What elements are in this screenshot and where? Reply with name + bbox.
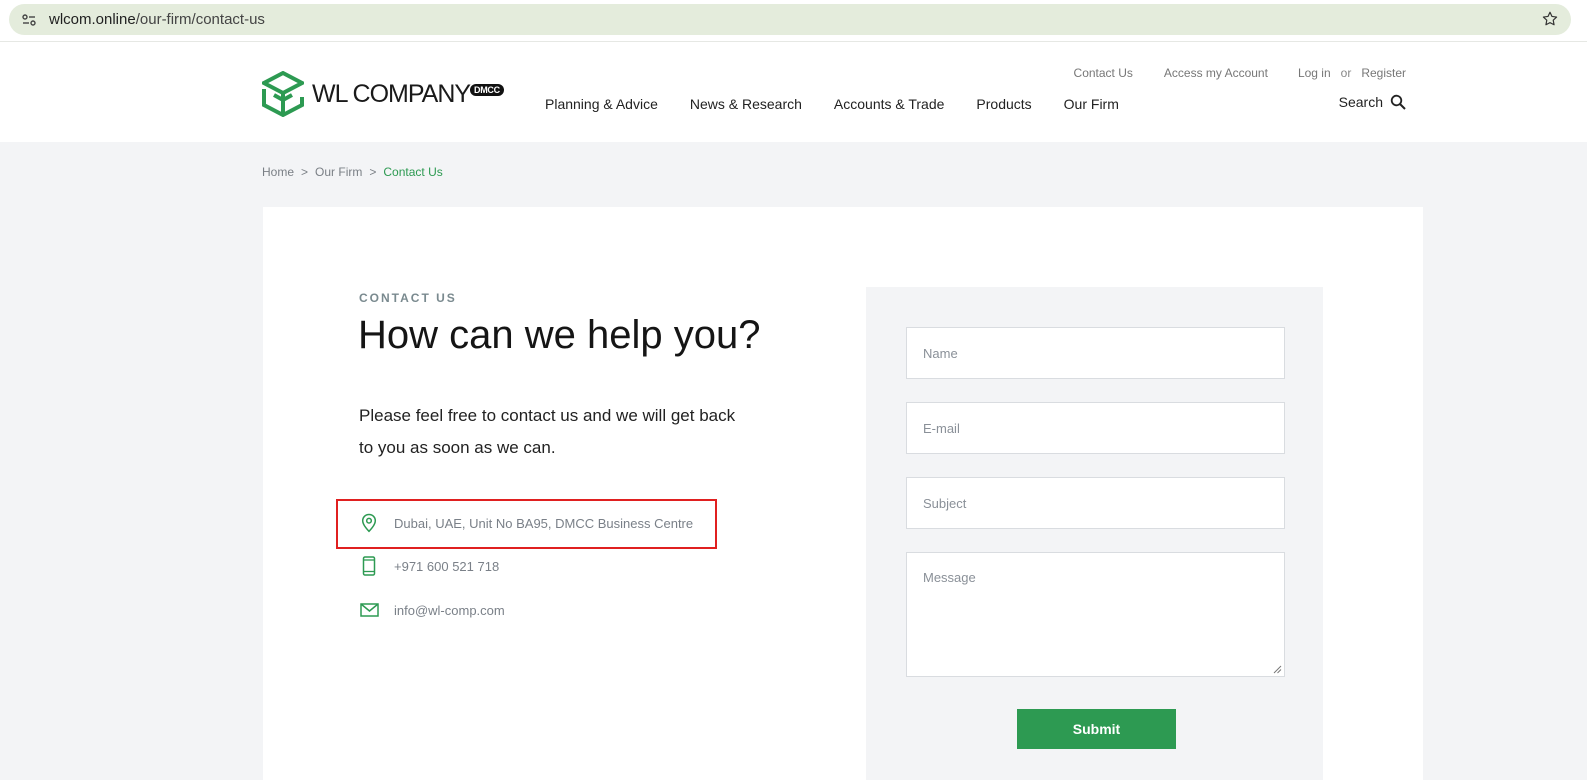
search-icon — [1390, 94, 1406, 110]
message-placeholder: Message — [923, 570, 976, 585]
location-pin-icon — [359, 513, 379, 533]
search-button[interactable]: Search — [1339, 94, 1406, 110]
address-text: Dubai, UAE, Unit No BA95, DMCC Business … — [394, 515, 694, 531]
url-path: /our-firm/contact-us — [135, 11, 265, 28]
nav-our-firm[interactable]: Our Firm — [1064, 96, 1119, 112]
breadcrumb-separator: > — [369, 165, 377, 179]
company-logo[interactable]: WL COMPANY DMCC — [262, 71, 504, 117]
url-text[interactable]: wlcom.online/our-firm/contact-us — [49, 11, 265, 28]
nav-products[interactable]: Products — [976, 96, 1031, 112]
lead-text: Please feel free to contact us and we wi… — [359, 406, 736, 457]
main-nav: Planning & Advice News & Research Accoun… — [545, 96, 1151, 112]
page-title: How can we help you? — [358, 313, 761, 357]
section-eyebrow: CONTACT US — [359, 291, 457, 305]
mail-icon — [359, 600, 379, 620]
util-contact-link[interactable]: Contact Us — [1074, 66, 1133, 80]
logo-mark-icon — [262, 71, 304, 117]
nav-news-research[interactable]: News & Research — [690, 96, 802, 112]
email-text[interactable]: info@wl-comp.com — [394, 603, 505, 618]
logo-text: WL COMPANY — [312, 79, 471, 108]
search-label: Search — [1338, 94, 1383, 110]
site-info-icon[interactable] — [21, 12, 37, 28]
register-link[interactable]: Register — [1361, 66, 1406, 80]
phone-text[interactable]: +971 600 521 718 — [394, 559, 499, 574]
address-bar[interactable]: wlcom.online/our-firm/contact-us — [9, 4, 1571, 35]
site-header: WL COMPANY DMCC Contact Us Access my Acc… — [0, 42, 1587, 142]
email-input[interactable]: E-mail — [906, 402, 1285, 454]
contact-form: Name E-mail Subject Message Submit — [866, 287, 1323, 780]
contact-card: CONTACT US How can we help you? Please f… — [263, 207, 1423, 780]
login-link[interactable]: Log in — [1298, 66, 1331, 80]
logo-badge: DMCC — [470, 84, 504, 96]
utility-nav: Contact Us Access my Account Log in or R… — [1074, 66, 1406, 80]
nav-planning-advice[interactable]: Planning & Advice — [545, 96, 658, 112]
breadcrumb-our-firm[interactable]: Our Firm — [315, 165, 362, 179]
resize-grip-icon[interactable] — [1273, 665, 1282, 674]
address-row: Dubai, UAE, Unit No BA95, DMCC Business … — [359, 513, 693, 533]
phone-row: +971 600 521 718 — [359, 556, 499, 576]
subject-input[interactable]: Subject — [906, 477, 1285, 529]
breadcrumb: Home > Our Firm > Contact Us — [262, 165, 443, 179]
breadcrumb-separator: > — [301, 165, 309, 179]
message-textarea[interactable]: Message — [906, 552, 1285, 677]
submit-button[interactable]: Submit — [1017, 709, 1176, 749]
breadcrumb-current: Contact Us — [383, 165, 443, 179]
util-account-link[interactable]: Access my Account — [1164, 66, 1268, 80]
email-row: info@wl-comp.com — [359, 600, 505, 620]
mobile-phone-icon — [359, 556, 379, 576]
url-host: wlcom.online — [49, 11, 136, 28]
or-text: or — [1340, 66, 1352, 80]
bookmark-star-icon[interactable] — [1541, 10, 1559, 28]
name-input[interactable]: Name — [906, 327, 1285, 379]
browser-toolbar: wlcom.online/our-firm/contact-us — [0, 0, 1587, 42]
nav-accounts-trade[interactable]: Accounts & Trade — [834, 96, 945, 112]
breadcrumb-home[interactable]: Home — [262, 165, 294, 179]
